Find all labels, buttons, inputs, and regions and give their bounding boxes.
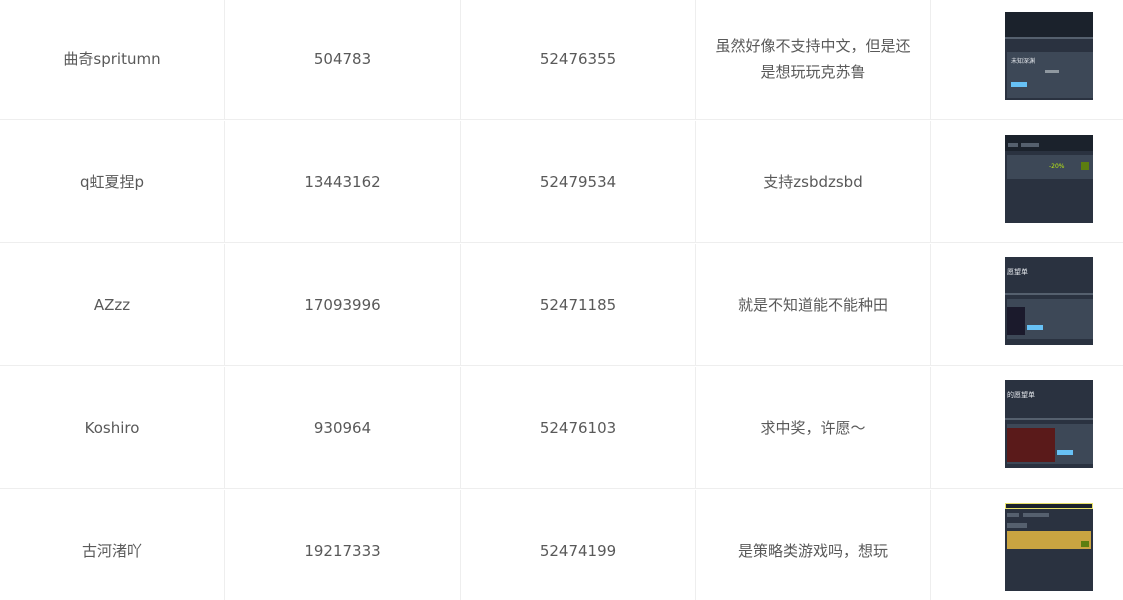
user-id: 504783 (313, 49, 372, 68)
table-row: 古河渚吖 19217333 52474199 是策略类游戏吗，想玩 (0, 490, 1123, 600)
comment-text: 虽然好像不支持中文，但是还是想玩玩克苏鲁 (715, 36, 911, 81)
uid-cell: 13443162 (225, 121, 461, 242)
username-cell: 曲奇spritumn (0, 0, 225, 119)
username: 古河渚吖 (81, 541, 142, 560)
order-cell: 52479534 (461, 121, 696, 242)
comment-text: 是策略类游戏吗，想玩 (737, 541, 888, 560)
username: AZzz (93, 295, 131, 314)
uid-cell: 930964 (225, 367, 461, 488)
order-cell: 52471185 (461, 244, 696, 365)
order-number: 52476103 (539, 418, 617, 437)
winner-table: 曲奇spritumn 504783 52476355 虽然好像不支持中文，但是还… (0, 0, 1123, 600)
user-id: 930964 (313, 418, 372, 437)
order-number: 52476355 (539, 49, 617, 68)
thumb-caption: 未知深渊 (1011, 58, 1036, 65)
order-cell: 52476103 (461, 367, 696, 488)
username-cell: Koshiro (0, 367, 225, 488)
table-row: AZzz 17093996 52471185 就是不知道能不能种田 (0, 244, 1123, 366)
comment-cell: 虽然好像不支持中文，但是还是想玩玩克苏鲁 (696, 0, 931, 119)
comment-cell: 支持zsbdzsbd (696, 121, 931, 242)
username-cell: AZzz (0, 244, 225, 365)
user-id: 17093996 (304, 295, 381, 314)
username: Koshiro (84, 418, 140, 437)
comment-cell: 求中奖，许愿～ (696, 367, 931, 488)
user-id: 19217333 (304, 541, 381, 560)
screenshot-thumbnail[interactable] (1005, 503, 1093, 591)
username-cell: 古河渚吖 (0, 490, 225, 600)
screenshot-thumbnail[interactable]: 未知深渊 (1005, 12, 1093, 100)
order-number: 52471185 (539, 295, 617, 314)
comment-text: 就是不知道能不能种田 (737, 295, 888, 314)
order-cell: 52474199 (461, 490, 696, 600)
screenshot-thumbnail[interactable]: 的愿望单 (1005, 380, 1093, 468)
comment-cell: 就是不知道能不能种田 (696, 244, 931, 365)
table-row: q虹夏捏p 13443162 52479534 支持zsbdzsbd (0, 121, 1123, 243)
order-number: 52474199 (539, 541, 617, 560)
table-row: Koshiro 930964 52476103 求中奖，许愿～ (0, 367, 1123, 489)
username-cell: q虹夏捏p (0, 121, 225, 242)
uid-cell: 504783 (225, 0, 461, 119)
order-cell: 52476355 (461, 0, 696, 119)
table-row: 曲奇spritumn 504783 52476355 虽然好像不支持中文，但是还… (0, 0, 1123, 120)
comment-text: 求中奖，许愿～ (760, 418, 866, 437)
uid-cell: 19217333 (225, 490, 461, 600)
comment-cell: 是策略类游戏吗，想玩 (696, 490, 931, 600)
screenshot-thumbnail[interactable]: 愿望单 (1005, 257, 1093, 345)
screenshot-thumbnail[interactable]: -20% (1005, 135, 1093, 223)
comment-text: 支持zsbdzsbd (763, 172, 863, 191)
uid-cell: 17093996 (225, 244, 461, 365)
username: 曲奇spritumn (63, 49, 161, 68)
thumb-caption: -20% (1049, 163, 1065, 170)
user-id: 13443162 (304, 172, 381, 191)
username: q虹夏捏p (79, 172, 145, 191)
order-number: 52479534 (539, 172, 617, 191)
thumb-caption: 愿望单 (1007, 268, 1028, 276)
thumb-caption: 的愿望单 (1007, 391, 1035, 399)
